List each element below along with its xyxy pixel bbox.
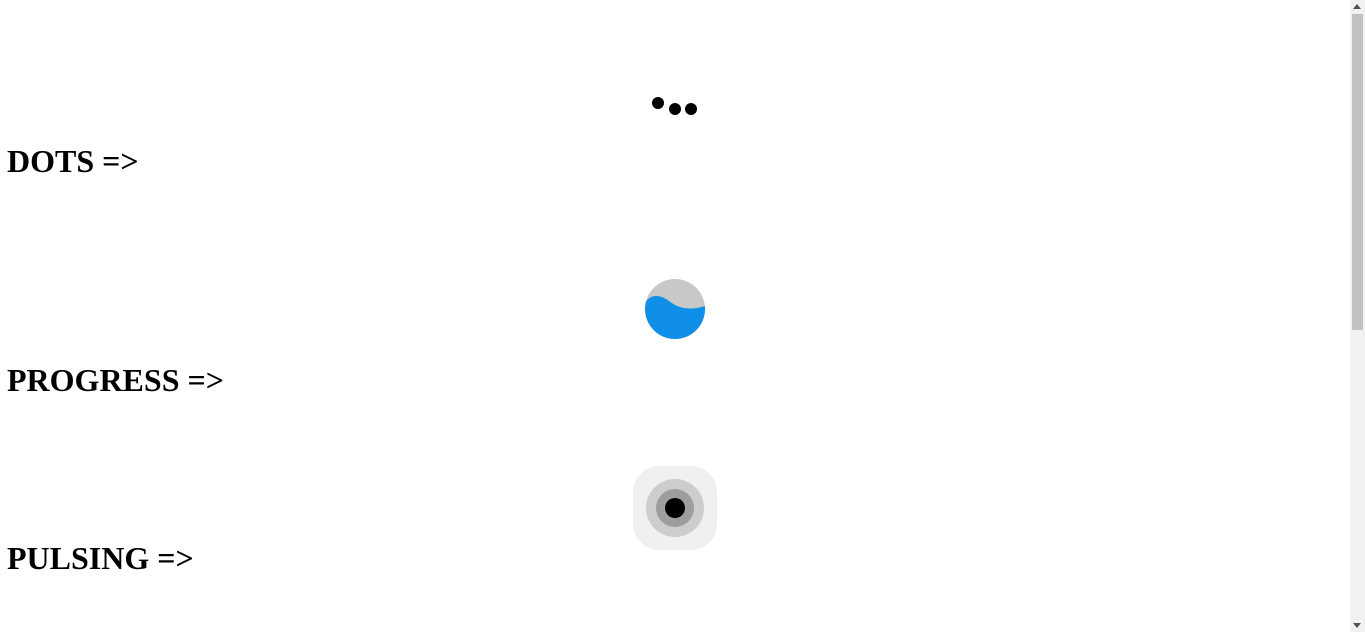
dots-loader (650, 95, 702, 117)
dots-heading: DOTS => (7, 143, 139, 179)
progress-loader (645, 279, 705, 339)
scroll-down-icon[interactable] (1353, 623, 1361, 628)
scrollbar-thumb[interactable] (1352, 14, 1363, 330)
loader-dot (652, 97, 664, 109)
vertical-scrollbar[interactable] (1350, 0, 1365, 632)
pulse-core (665, 498, 685, 518)
pulsing-loader (633, 466, 717, 550)
pulsing-heading: PULSING => (7, 540, 194, 576)
pulse-ring-inner (656, 489, 694, 527)
progress-heading: PROGRESS => (7, 362, 224, 398)
pulse-ring-outer (646, 479, 704, 537)
loader-dot (669, 103, 681, 115)
scroll-up-icon[interactable] (1353, 4, 1361, 9)
page: DOTS => PROGRESS => PULSING => (0, 0, 1350, 632)
loader-dot (685, 103, 697, 115)
